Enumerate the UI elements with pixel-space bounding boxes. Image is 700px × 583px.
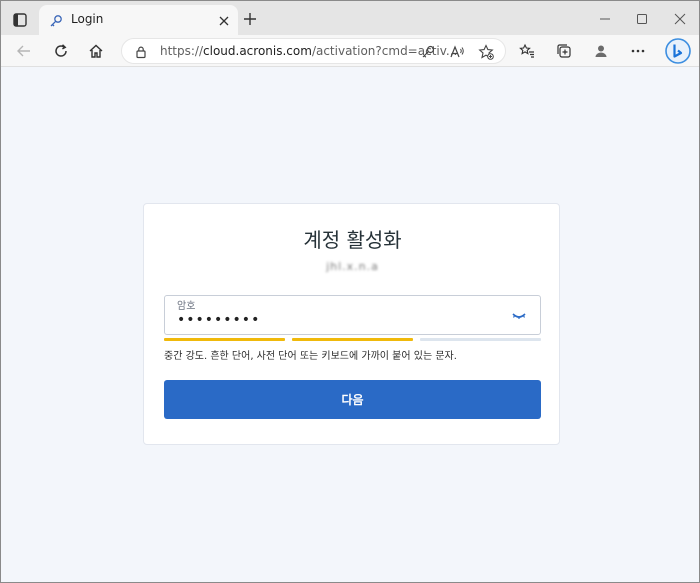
strength-segment	[164, 338, 285, 341]
username-text: jhl.x.n.a	[326, 260, 379, 273]
collections-icon[interactable]	[555, 42, 573, 60]
strength-hint: 중간 강도. 흔한 단어, 사전 단어 또는 키보드에 가까이 붙어 있는 문자…	[164, 351, 457, 362]
close-icon[interactable]	[217, 13, 231, 27]
tab-strip: Login	[1, 1, 699, 35]
password-label: 암호	[177, 301, 196, 312]
bing-copilot-icon[interactable]	[665, 38, 691, 64]
url-text: https://cloud.acronis.com/activation?cmd…	[160, 44, 457, 58]
url-host: cloud.acronis.com	[203, 44, 312, 58]
tab-actions-icon[interactable]	[9, 9, 31, 31]
browser-toolbar: https://cloud.acronis.com/activation?cmd…	[1, 35, 699, 67]
back-arrow-icon[interactable]	[15, 42, 33, 60]
next-button[interactable]: 다음	[164, 380, 541, 419]
home-icon[interactable]	[87, 42, 105, 60]
eye-closed-icon[interactable]	[511, 308, 527, 322]
password-key-icon[interactable]	[420, 44, 436, 60]
password-field[interactable]: 암호	[164, 295, 541, 335]
refresh-icon[interactable]	[52, 42, 70, 60]
address-bar[interactable]: https://cloud.acronis.com/activation?cmd…	[121, 38, 506, 64]
password-input[interactable]	[177, 311, 497, 329]
minimize-icon[interactable]	[598, 11, 612, 25]
page-title: 계정 활성화	[303, 228, 402, 252]
page-content: 계정 활성화 jhl.x.n.a 암호 중간 강도. 흔한 단어, 사전 단어 …	[1, 67, 699, 582]
key-icon	[49, 13, 63, 27]
password-strength-meter	[164, 338, 541, 342]
lock-icon[interactable]	[134, 44, 148, 59]
maximize-icon[interactable]	[635, 11, 649, 25]
url-prefix: https://	[160, 44, 204, 58]
more-options-icon[interactable]	[629, 42, 647, 60]
tab-title: Login	[71, 12, 104, 26]
read-aloud-icon[interactable]	[449, 44, 465, 60]
strength-segment	[292, 338, 413, 341]
strength-segment	[420, 338, 541, 341]
window-close-icon[interactable]	[673, 11, 687, 25]
browser-window: Login https://cloud.acronis.com/activati…	[0, 0, 700, 583]
favorites-icon[interactable]	[518, 42, 536, 60]
profile-icon[interactable]	[592, 42, 610, 60]
activation-card: 계정 활성화 jhl.x.n.a 암호 중간 강도. 흔한 단어, 사전 단어 …	[143, 203, 560, 445]
tab-login[interactable]: Login	[39, 5, 238, 35]
new-tab-icon[interactable]	[242, 11, 258, 27]
add-favorite-icon[interactable]	[478, 44, 494, 60]
